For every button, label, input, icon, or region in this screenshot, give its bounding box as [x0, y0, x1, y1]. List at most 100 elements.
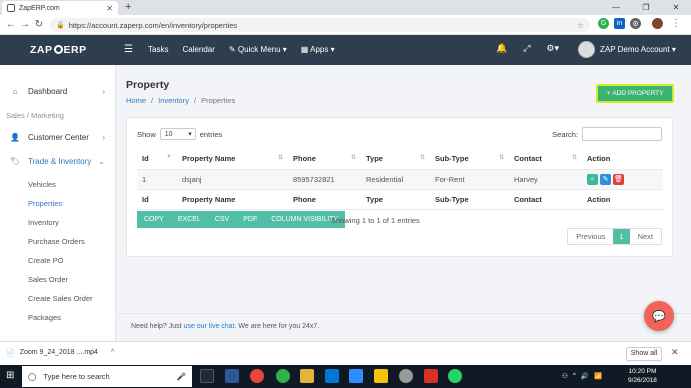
people-icon[interactable]: ⚇	[562, 372, 568, 380]
sidebar-sub-sales-order[interactable]: Sales Order	[28, 275, 68, 284]
sidebar-sub-properties[interactable]: Properties	[28, 199, 62, 208]
col-header-property-name[interactable]: Property Name ⇅	[177, 149, 288, 170]
col-header-type[interactable]: Type ⇅	[361, 149, 430, 170]
edit-icon[interactable]: ✎	[600, 173, 611, 185]
zoom-app-icon[interactable]	[349, 369, 363, 383]
notification-bell-icon[interactable]: 🔔	[496, 43, 507, 54]
wand-icon: ✎	[228, 45, 238, 54]
task-view-icon[interactable]	[200, 369, 214, 383]
delete-trash-icon[interactable]: 🗑	[613, 173, 624, 185]
forward-icon[interactable]: →	[18, 19, 32, 30]
sidebar-sub-inventory[interactable]: Inventory	[28, 218, 59, 227]
footer-col-property-name: Property Name	[177, 189, 288, 210]
gray-app-icon[interactable]	[399, 369, 413, 383]
close-tab-icon[interactable]: ✕	[106, 4, 113, 13]
green-app-icon[interactable]	[276, 369, 290, 383]
next-page-button[interactable]: Next	[630, 229, 661, 244]
pdf-button[interactable]: PDF	[236, 211, 264, 228]
close-window-icon[interactable]: ✕	[661, 0, 691, 15]
browser-menu-icon[interactable]: ⋮	[671, 18, 681, 29]
footer-col-action: Action	[582, 189, 663, 210]
sidebar-item-customer-center[interactable]: 👤 Customer Center ›	[0, 133, 116, 142]
back-icon[interactable]: ←	[4, 19, 18, 30]
pagination: Previous 1 Next	[567, 228, 662, 245]
col-header-contact[interactable]: Contact ⇅	[509, 149, 582, 170]
breadcrumb-separator: /	[193, 96, 197, 105]
footer-col-type: Type	[361, 189, 430, 210]
chevron-up-icon[interactable]: ^	[111, 349, 114, 357]
clock-date: 9/26/2018	[628, 376, 657, 384]
search-input[interactable]	[582, 127, 662, 141]
settings-gear-icon[interactable]: ⚙▾	[546, 43, 559, 54]
top-nav: Tasks Calendar ✎ Quick Menu ▾ ▦ Apps ▾	[148, 45, 335, 54]
col-header-sub-type[interactable]: Sub-Type ⇅	[430, 149, 509, 170]
view-search-icon[interactable]: ⌕	[587, 173, 598, 185]
tray-up-chevron-icon[interactable]: ^	[573, 372, 576, 380]
taskbar-search-input[interactable]: ◯ Type here to search 🎤	[22, 366, 192, 387]
add-property-button[interactable]: + ADD PROPERTY	[596, 84, 674, 103]
windows-start-icon[interactable]: ⊞	[6, 370, 14, 381]
download-item[interactable]: 📄 Zoom 9_24_2018 ....mp4 ^	[6, 349, 114, 357]
bookmark-star-icon[interactable]: ☆	[577, 21, 584, 30]
sidebar-sub-create-po[interactable]: Create PO	[28, 256, 63, 265]
sidebar-sub-vehicles[interactable]: Vehicles	[28, 180, 56, 189]
browser-tab[interactable]: ZapERP.com ✕	[2, 1, 118, 15]
user-menu[interactable]: ZAP Demo Account ▾	[578, 41, 676, 58]
page-length-value: 10	[164, 130, 173, 138]
acrobat-app-icon[interactable]	[424, 369, 438, 383]
microphone-icon[interactable]: 🎤	[177, 372, 186, 381]
properties-table: Id ▼ Property Name ⇅ Phone ⇅ Type ⇅ Sub-Type…	[137, 149, 663, 210]
copy-button[interactable]: COPY	[137, 211, 171, 228]
maximize-icon[interactable]: ❐	[631, 0, 661, 15]
col-header-id[interactable]: Id ▼	[137, 149, 177, 170]
chrome-app-icon[interactable]	[250, 369, 264, 383]
breadcrumb-inventory[interactable]: Inventory	[158, 96, 189, 105]
close-download-bar-icon[interactable]: ✕	[671, 347, 679, 358]
sidebar-sub-purchase-orders[interactable]: Purchase Orders	[28, 237, 85, 246]
breadcrumb-separator: /	[151, 96, 154, 105]
nav-calendar[interactable]: Calendar	[182, 45, 214, 54]
csv-button[interactable]: CSV	[208, 211, 236, 228]
excel-button[interactable]: EXCEL	[171, 211, 208, 228]
reload-icon[interactable]: ↻	[32, 19, 46, 30]
page-length-select[interactable]: 10 ▾	[159, 128, 196, 140]
store-app-icon[interactable]	[325, 369, 339, 383]
network-icon[interactable]: 📶	[594, 372, 602, 380]
word-app-icon[interactable]	[225, 369, 239, 383]
sidebar-item-trade-inventory[interactable]: 🏷 Trade & Inventory ⌄	[0, 157, 116, 166]
table-search: Search:	[552, 127, 662, 141]
minimize-icon[interactable]: —	[601, 0, 631, 15]
nav-tasks[interactable]: Tasks	[148, 45, 168, 54]
lock-icon: 🔒	[56, 22, 65, 29]
col-label: Id	[142, 154, 149, 164]
hamburger-menu-icon[interactable]: ☰	[124, 44, 133, 55]
live-chat-link[interactable]: use our live chat.	[184, 323, 237, 330]
file-explorer-icon[interactable]	[300, 369, 314, 383]
sidebar-sub-create-sales-order[interactable]: Create Sales Order	[28, 294, 93, 303]
live-chat-button[interactable]: 💬	[644, 301, 674, 331]
whatsapp-app-icon[interactable]	[448, 369, 462, 383]
grammarly-extension-icon[interactable]: G	[598, 18, 609, 29]
col-header-phone[interactable]: Phone ⇅	[288, 149, 361, 170]
sidebar-sub-packages[interactable]: Packages	[28, 313, 61, 322]
taskbar-clock[interactable]: 10:20 PM 9/26/2018	[628, 368, 657, 385]
search-circle-icon: ◯	[28, 372, 37, 381]
fullscreen-icon[interactable]: ⤢	[523, 43, 530, 54]
nav-quick-menu[interactable]: ✎ Quick Menu ▾	[229, 45, 287, 54]
url-input[interactable]: 🔒 https://account.zaperp.com/en/inventor…	[50, 18, 590, 32]
zaperp-logo[interactable]: ZAP ERP	[30, 44, 87, 56]
yellow-app-icon[interactable]	[374, 369, 388, 383]
extension-icon[interactable]: ⚙	[630, 18, 641, 29]
nav-apps[interactable]: ▦ Apps ▾	[301, 45, 335, 54]
account-name: ZAP Demo Account ▾	[600, 45, 676, 54]
volume-icon[interactable]: 🔊	[581, 372, 589, 380]
linkedin-extension-icon[interactable]: in	[614, 18, 625, 29]
new-tab-button[interactable]: +	[125, 1, 131, 13]
page-1-button[interactable]: 1	[613, 229, 630, 244]
previous-page-button[interactable]: Previous	[568, 229, 613, 244]
profile-icon[interactable]	[652, 18, 663, 29]
header-icons: 🔔 ⤢ ⚙▾	[496, 43, 559, 54]
show-all-button[interactable]: Show all	[626, 347, 662, 361]
sidebar-item-dashboard[interactable]: ⌂ Dashboard ›	[0, 87, 116, 96]
breadcrumb-home[interactable]: Home	[126, 96, 146, 105]
